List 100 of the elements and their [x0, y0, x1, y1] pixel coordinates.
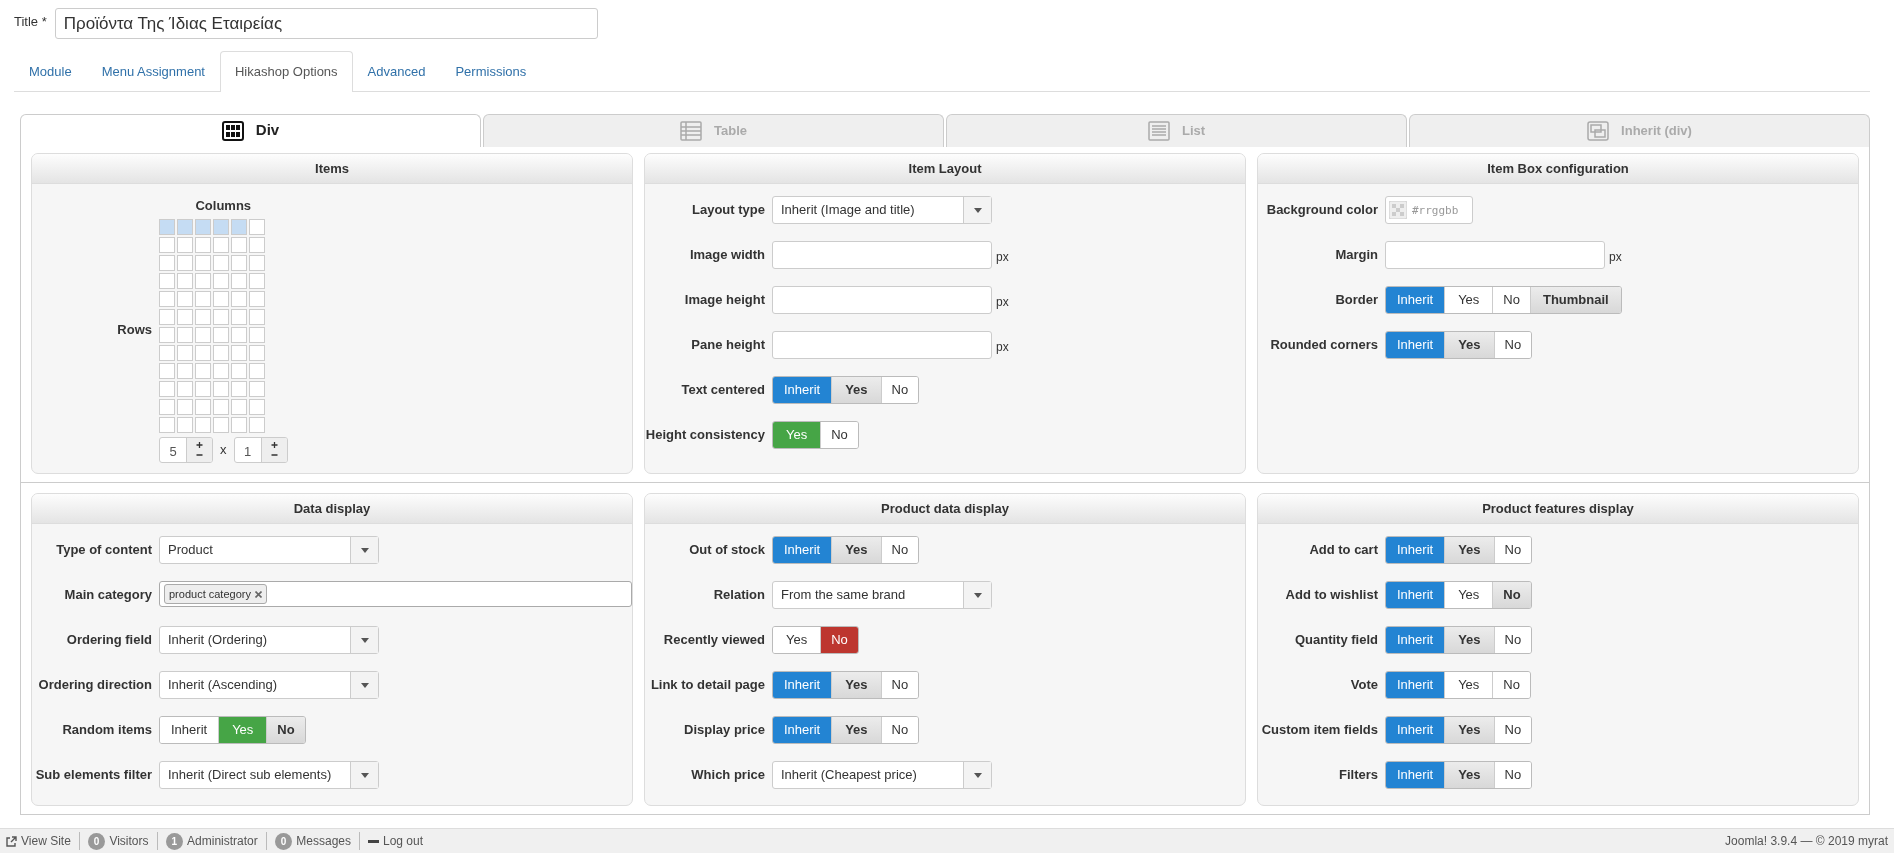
toggle-button[interactable]: No	[880, 672, 919, 698]
layout-tab[interactable]: Div	[20, 113, 481, 147]
toggle-button[interactable]: Yes	[831, 717, 881, 743]
text-input[interactable]	[772, 331, 992, 359]
toggle-button[interactable]: No	[1493, 332, 1532, 358]
toggle-button[interactable]: Yes	[1444, 332, 1494, 358]
view-site-link[interactable]: View Site	[6, 832, 71, 850]
toggle-button[interactable]: No	[1492, 287, 1530, 313]
grid-cell[interactable]	[213, 254, 229, 271]
grid-cell[interactable]	[213, 290, 229, 307]
toggle-button[interactable]: Inherit	[1386, 537, 1445, 563]
grid-cell[interactable]	[249, 362, 265, 379]
grid-cell[interactable]	[213, 308, 229, 325]
grid-cell[interactable]	[231, 254, 247, 271]
grid-cell[interactable]	[159, 236, 175, 253]
grid-cell[interactable]	[195, 308, 211, 325]
grid-cell[interactable]	[177, 380, 193, 397]
grid-cell[interactable]	[249, 398, 265, 415]
grid-cell[interactable]	[231, 236, 247, 253]
grid-cell[interactable]	[159, 272, 175, 289]
toggle-button[interactable]: No	[1493, 717, 1532, 743]
toggle-button[interactable]: No	[1493, 627, 1532, 653]
grid-cell[interactable]	[231, 398, 247, 415]
grid-cell[interactable]	[195, 416, 211, 433]
grid-cell[interactable]	[177, 344, 193, 361]
grid-cell[interactable]	[177, 290, 193, 307]
dropdown[interactable]: Inherit (Ordering)	[159, 626, 379, 654]
toggle-button[interactable]: Yes	[1444, 287, 1493, 313]
grid-cell[interactable]	[213, 398, 229, 415]
grid-cell[interactable]	[231, 308, 247, 325]
grid-cell[interactable]	[177, 236, 193, 253]
toggle-button[interactable]: No	[266, 717, 305, 743]
grid-cell[interactable]	[231, 290, 247, 307]
grid-cell[interactable]	[159, 254, 175, 271]
grid-cell[interactable]	[231, 416, 247, 433]
toggle-button[interactable]: Inherit	[773, 377, 832, 403]
dropdown[interactable]: Product	[159, 536, 379, 564]
dropdown[interactable]: Inherit (Ascending)	[159, 671, 379, 699]
toggle-button[interactable]: No	[820, 627, 858, 653]
toggle-button[interactable]: No	[820, 422, 858, 448]
toggle-button[interactable]: Yes	[1444, 672, 1493, 698]
tab[interactable]: Module	[14, 51, 87, 92]
toggle-button[interactable]: Inherit	[1386, 762, 1445, 788]
grid-cell[interactable]	[249, 380, 265, 397]
grid-cell[interactable]	[195, 398, 211, 415]
grid-cell[interactable]	[249, 236, 265, 253]
grid-cell[interactable]	[195, 344, 211, 361]
toggle-button[interactable]: Thumbnail	[1530, 287, 1621, 313]
toggle-button[interactable]: Yes	[831, 672, 881, 698]
toggle-button[interactable]: Yes	[1444, 627, 1494, 653]
grid-cell[interactable]	[195, 380, 211, 397]
toggle-button[interactable]: Yes	[831, 537, 881, 563]
grid-cell[interactable]	[177, 308, 193, 325]
grid-cell[interactable]	[159, 326, 175, 343]
grid-cell[interactable]	[195, 326, 211, 343]
number-spinner[interactable]: 1	[233, 436, 288, 463]
tab[interactable]: Permissions	[440, 51, 542, 92]
toggle-button[interactable]: Inherit	[773, 537, 832, 563]
grid-cell[interactable]	[159, 398, 175, 415]
grid-cell[interactable]	[231, 362, 247, 379]
toggle-button[interactable]: Inherit	[1386, 582, 1445, 608]
grid-cell[interactable]	[177, 218, 193, 235]
grid-cell[interactable]	[195, 236, 211, 253]
grid-cell[interactable]	[177, 272, 193, 289]
toggle-button[interactable]: Inherit	[160, 717, 219, 743]
grid-cell[interactable]	[159, 290, 175, 307]
dropdown[interactable]: Inherit (Image and title)	[772, 196, 992, 224]
grid-cell[interactable]	[213, 218, 229, 235]
toggle-button[interactable]: Inherit	[1386, 672, 1445, 698]
grid-cell[interactable]	[231, 272, 247, 289]
grid-cell[interactable]	[159, 218, 175, 235]
dropdown[interactable]: Inherit (Cheapest price)	[772, 761, 992, 789]
grid-cell[interactable]	[249, 218, 265, 235]
grid-cell[interactable]	[249, 290, 265, 307]
toggle-button[interactable]: No	[880, 377, 919, 403]
grid-cell[interactable]	[177, 254, 193, 271]
toggle-button[interactable]: Inherit	[1386, 332, 1445, 358]
toggle-button[interactable]: Inherit	[773, 717, 832, 743]
text-input[interactable]	[772, 241, 992, 269]
toggle-button[interactable]: Yes	[831, 377, 881, 403]
toggle-button[interactable]: No	[880, 717, 919, 743]
grid-cell[interactable]	[213, 236, 229, 253]
grid-cell[interactable]	[231, 326, 247, 343]
dropdown[interactable]: From the same brand	[772, 581, 992, 609]
toggle-button[interactable]: Yes	[1444, 762, 1494, 788]
toggle-button[interactable]: Yes	[1444, 537, 1494, 563]
grid-cell[interactable]	[249, 272, 265, 289]
grid-cell[interactable]	[177, 362, 193, 379]
tab[interactable]: Advanced	[352, 51, 441, 92]
dropdown[interactable]: Inherit (Direct sub elements)	[159, 761, 379, 789]
grid-cell[interactable]	[231, 218, 247, 235]
grid-cell[interactable]	[213, 362, 229, 379]
toggle-button[interactable]: Yes	[1444, 717, 1494, 743]
grid-cell[interactable]	[249, 326, 265, 343]
grid-cell[interactable]	[159, 362, 175, 379]
grid-cell[interactable]	[231, 380, 247, 397]
toggle-button[interactable]: No	[1492, 582, 1531, 608]
grid-cell[interactable]	[249, 254, 265, 271]
grid-cell[interactable]	[177, 416, 193, 433]
text-input[interactable]	[772, 286, 992, 314]
